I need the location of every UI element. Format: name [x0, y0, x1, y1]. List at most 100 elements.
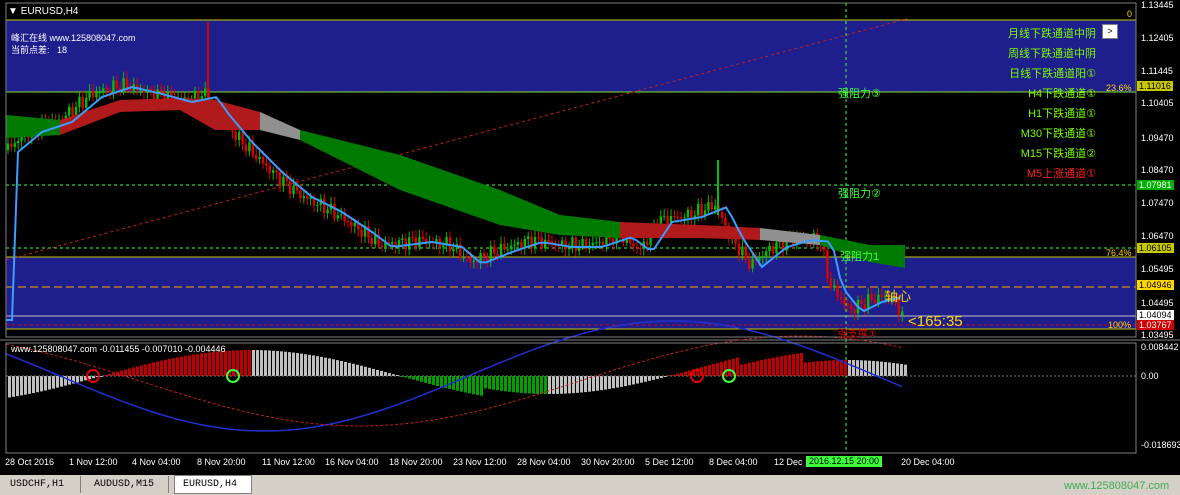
candle-body: [333, 203, 336, 219]
candle-body: [686, 209, 690, 218]
candle-body: [574, 237, 577, 251]
candle-body: [350, 222, 353, 227]
candle-body: [465, 256, 469, 258]
histogram-bar: [160, 360, 163, 376]
candle-body: [775, 242, 778, 253]
histogram-bar: [364, 366, 367, 376]
candle-body: [676, 216, 679, 218]
candle-body: [601, 241, 605, 245]
histogram-bar: [576, 376, 579, 393]
candle-body: [482, 253, 486, 258]
candle-body: [275, 170, 278, 173]
tab-eurusd-h4[interactable]: EURUSD,H4: [174, 475, 252, 494]
tab-usdchf-h1[interactable]: USDCHF,H1: [2, 476, 81, 493]
candle-body: [527, 236, 530, 240]
histogram-bar: [712, 363, 715, 376]
candle-body: [537, 236, 540, 238]
histogram-bar: [492, 376, 495, 390]
candle-body: [292, 185, 295, 195]
histogram-bar: [32, 376, 35, 394]
histogram-bar: [880, 361, 883, 376]
candle-body: [421, 236, 424, 239]
candle-body: [741, 246, 744, 256]
time-tick-label: 12 Dec: [774, 457, 803, 467]
histogram-bar: [628, 376, 631, 386]
chevron-down-icon[interactable]: ▼: [8, 6, 21, 17]
histogram-bar: [528, 376, 531, 394]
candle-body: [68, 106, 71, 116]
histogram-bar: [380, 370, 383, 376]
chart-canvas[interactable]: [0, 0, 1180, 495]
histogram-bar: [304, 354, 307, 376]
candle-body: [391, 242, 394, 244]
candle-body: [635, 246, 639, 249]
histogram-bar: [820, 360, 823, 376]
candle-body: [278, 172, 282, 186]
candle-body: [244, 144, 248, 152]
histogram-bar: [736, 357, 739, 376]
histogram-bar: [764, 359, 767, 376]
histogram-bar: [792, 354, 795, 376]
histogram-bar: [888, 362, 891, 376]
candle-body: [411, 237, 414, 239]
histogram-bar: [52, 376, 55, 389]
histogram-bar: [604, 376, 607, 390]
histogram-bar: [240, 350, 243, 376]
price-tick-label: 1.12405: [1141, 33, 1174, 43]
histogram-bar: [772, 357, 775, 376]
candle-body: [829, 278, 832, 288]
histogram-bar: [224, 350, 227, 376]
candle-body: [867, 294, 870, 310]
histogram-bar: [36, 376, 39, 393]
time-tick-label: 30 Nov 20:00: [581, 457, 635, 467]
histogram-bar: [196, 353, 199, 376]
candle-body: [272, 170, 275, 173]
histogram-bar: [892, 362, 895, 376]
candle-body: [323, 198, 326, 214]
time-tick-label: 5 Dec 12:00: [645, 457, 694, 467]
histogram-bar: [848, 360, 851, 376]
histogram-bar: [352, 363, 355, 376]
histogram-bar: [876, 361, 879, 376]
candle-body: [193, 90, 197, 99]
support-1-label: 强支撑①: [838, 329, 877, 340]
panel-toggle-button[interactable]: >: [1102, 24, 1118, 39]
trend-panel-item: H1下跌通道①: [1028, 108, 1096, 120]
spread-value: 18: [57, 45, 68, 55]
histogram-bar: [780, 356, 783, 376]
histogram-bar: [384, 372, 387, 376]
histogram-bar: [608, 376, 611, 389]
fib-764-label: 76.4%: [1106, 248, 1132, 258]
histogram-bar: [264, 350, 267, 376]
histogram-bar: [172, 358, 175, 376]
candle-body: [846, 303, 849, 306]
histogram-bar: [12, 376, 15, 397]
histogram-bar: [156, 361, 159, 376]
histogram-bar: [612, 376, 615, 389]
histogram-bar: [356, 364, 359, 376]
candle-body: [95, 92, 98, 98]
histogram-bar: [900, 364, 903, 376]
info-spread: 当前点差: 18: [11, 43, 67, 56]
tab-audusd-m15[interactable]: AUDUSD,M15: [86, 476, 169, 493]
histogram-bar: [176, 357, 179, 376]
time-tick-label: 11 Nov 12:00: [262, 457, 315, 467]
candle-body: [748, 259, 751, 269]
histogram-bar: [568, 376, 571, 394]
candle-body: [408, 237, 411, 250]
candle-body: [598, 241, 601, 243]
histogram-bar: [28, 376, 31, 394]
candle-body: [581, 238, 584, 247]
histogram-bar: [140, 365, 143, 376]
price-tick-label: 1.05495: [1141, 264, 1174, 274]
candle-body: [17, 140, 20, 144]
histogram-bar: [320, 356, 323, 376]
candle-body: [663, 215, 666, 217]
candle-body: [268, 165, 271, 173]
price-tick-label: 1.13445: [1141, 0, 1174, 10]
histogram-bar: [20, 376, 23, 396]
price-marker-label: 1.03767: [1137, 320, 1174, 330]
candle-body: [765, 251, 768, 257]
histogram-bar: [592, 376, 595, 392]
trend-panel-item: M15下跌通道②: [1020, 148, 1096, 160]
